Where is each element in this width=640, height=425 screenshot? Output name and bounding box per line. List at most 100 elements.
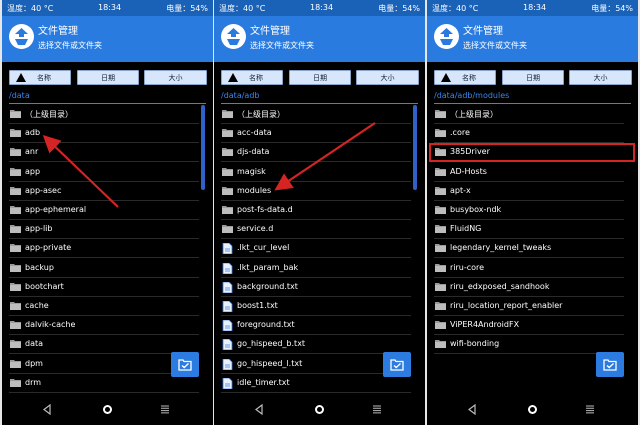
scrollbar[interactable]	[201, 105, 205, 190]
sort-by-date-button[interactable]: 日期	[77, 70, 139, 85]
home-icon[interactable]	[314, 404, 325, 415]
back-icon[interactable]	[467, 404, 477, 415]
item-name: boost1.txt	[237, 301, 278, 310]
system-nav-bar	[2, 395, 213, 425]
folder-icon	[10, 301, 21, 310]
app-logo-icon	[221, 24, 246, 49]
file-list-item[interactable]: go_hispeed_b.txt	[221, 335, 411, 353]
file-manager-panel-2: 温度：40 °C 18:34 电量：54% 文件管理 选择文件或文件夹 名称 日期 大小/da…	[214, 0, 425, 425]
folder-list-item[interactable]: riru-core	[434, 259, 624, 277]
folder-icon	[10, 147, 21, 156]
folder-list-item[interactable]: modules	[221, 182, 411, 200]
clock-text: 18:34	[310, 3, 334, 12]
folder-list-item[interactable]: .core	[434, 124, 624, 142]
folder-list-item[interactable]: magisk	[221, 163, 411, 181]
item-name: .core	[450, 128, 470, 137]
sort-by-size-button[interactable]: 大小	[356, 70, 419, 85]
folder-list-item[interactable]: riru_edxposed_sandhook	[434, 278, 624, 296]
temperature-text: 温度：40 °C	[219, 4, 266, 13]
folder-list-item[interactable]: cache	[9, 297, 199, 315]
sort-by-name-button[interactable]: 名称	[9, 70, 71, 85]
item-name: riru_location_report_enabler	[450, 301, 563, 310]
folder-list-item[interactable]: app-asec	[9, 182, 199, 200]
path-divider	[221, 103, 418, 104]
sort-by-name-button[interactable]: 名称	[221, 70, 283, 85]
folder-icon	[222, 128, 233, 137]
page-title: 文件管理	[38, 26, 78, 37]
folder-list-item[interactable]: post-fs-data.d	[221, 201, 411, 219]
folder-list-item[interactable]: data	[9, 335, 199, 353]
file-list-item[interactable]: background.txt	[221, 278, 411, 296]
folder-list-item[interactable]: dalvik-cache	[9, 316, 199, 334]
item-name: post-fs-data.d	[237, 205, 293, 214]
file-list-item[interactable]: .lkt_cur_level	[221, 239, 411, 257]
system-nav-bar	[214, 395, 425, 425]
menu-icon[interactable]	[160, 404, 170, 415]
item-name: bootchart	[25, 282, 64, 291]
folder-icon	[10, 282, 21, 291]
folder-list-item[interactable]: busybox-ndk	[434, 201, 624, 219]
scrollbar[interactable]	[413, 105, 417, 190]
sort-by-size-button[interactable]: 大小	[144, 70, 207, 85]
file-list[interactable]: （上级目录） adb anr app app-asec app-ephemeral app-…	[2, 105, 213, 393]
folder-icon	[435, 109, 446, 118]
home-icon[interactable]	[527, 404, 538, 415]
folder-list-item[interactable]: anr	[9, 143, 199, 161]
path-divider	[434, 103, 631, 104]
folder-list-item[interactable]: acc-data	[221, 124, 411, 142]
status-bar: 温度：40 °C 18:34 电量：54%	[214, 0, 425, 16]
file-icon	[222, 319, 233, 332]
row-divider	[221, 161, 411, 162]
sort-by-date-button[interactable]: 日期	[502, 70, 564, 85]
app-logo-icon	[9, 24, 34, 49]
folder-icon	[435, 224, 446, 233]
folder-list-item[interactable]: bootchart	[9, 278, 199, 296]
folder-icon	[435, 205, 446, 214]
file-list-item[interactable]: .lkt_param_bak	[221, 259, 411, 277]
folder-list-item[interactable]: app-ephemeral	[9, 201, 199, 219]
folder-list-item[interactable]: ViPER4AndroidFX	[434, 316, 624, 334]
back-icon[interactable]	[254, 404, 264, 415]
sort-by-size-button[interactable]: 大小	[569, 70, 632, 85]
folder-list-item[interactable]: service.d	[221, 220, 411, 238]
file-icon	[222, 377, 233, 390]
file-list[interactable]: （上级目录） acc-data djs-data magisk modules post-…	[214, 105, 425, 393]
file-icon	[222, 281, 233, 294]
item-name: dalvik-cache	[25, 320, 76, 329]
folder-list-item[interactable]: （上级目录）	[434, 105, 624, 123]
folder-icon	[435, 263, 446, 272]
item-name: app	[25, 167, 41, 176]
folder-list-item[interactable]: adb	[9, 124, 199, 142]
confirm-folder-button[interactable]	[171, 352, 199, 377]
folder-list-item[interactable]: riru_location_report_enabler	[434, 297, 624, 315]
folder-list-item[interactable]: wifi-bonding	[434, 335, 624, 353]
folder-list-item[interactable]: apt-x	[434, 182, 624, 200]
menu-icon[interactable]	[585, 404, 595, 415]
folder-list-item[interactable]: AD-Hosts	[434, 163, 624, 181]
folder-icon	[435, 282, 446, 291]
item-name: wifi-bonding	[450, 339, 500, 348]
folder-list-item[interactable]: app-private	[9, 239, 199, 257]
folder-list-item[interactable]: djs-data	[221, 143, 411, 161]
sort-bar: 名称 日期 大小	[2, 68, 213, 88]
folder-list-item[interactable]: （上级目录）	[9, 105, 199, 123]
home-icon[interactable]	[102, 404, 113, 415]
file-list-item[interactable]: boost1.txt	[221, 297, 411, 315]
folder-icon	[10, 378, 21, 387]
sort-by-name-button[interactable]: 名称	[434, 70, 496, 85]
sort-by-date-button[interactable]: 日期	[289, 70, 351, 85]
folder-list-item[interactable]: legendary_kernel_tweaks	[434, 239, 624, 257]
menu-icon[interactable]	[372, 404, 382, 415]
folder-list-item[interactable]: backup	[9, 259, 199, 277]
confirm-folder-button[interactable]	[596, 352, 624, 377]
folder-list-item[interactable]: app	[9, 163, 199, 181]
folder-list-item[interactable]: （上级目录）	[221, 105, 411, 123]
confirm-folder-button[interactable]	[383, 352, 411, 377]
folder-icon	[10, 263, 21, 272]
file-list-item[interactable]: foreground.txt	[221, 316, 411, 334]
folder-icon	[222, 205, 233, 214]
back-icon[interactable]	[42, 404, 52, 415]
page-subtitle: 选择文件或文件夹	[463, 41, 527, 50]
folder-list-item[interactable]: app-lib	[9, 220, 199, 238]
folder-list-item[interactable]: FluidNG	[434, 220, 624, 238]
